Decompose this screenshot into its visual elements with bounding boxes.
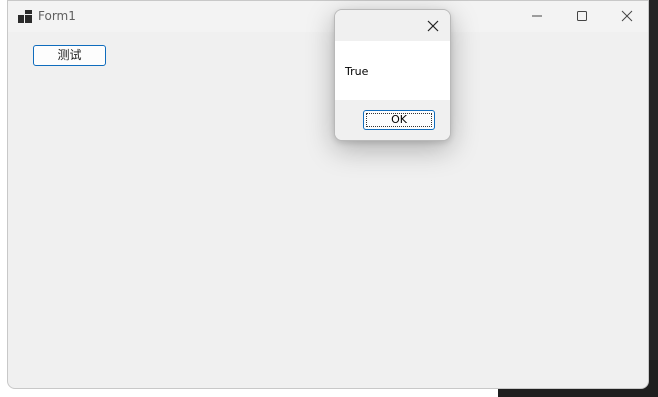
minimize-icon [532, 15, 542, 17]
window-title: Form1 [38, 9, 76, 23]
message-box: True OK [334, 9, 451, 141]
dialog-close-button[interactable] [423, 16, 443, 36]
ok-button[interactable]: OK [363, 110, 435, 130]
close-icon [427, 20, 439, 32]
ok-button-label: OK [391, 113, 407, 126]
title-bar[interactable]: Form1 [8, 1, 648, 32]
dialog-footer: OK [335, 100, 450, 140]
minimize-button[interactable] [514, 1, 560, 32]
test-button[interactable]: 测试 [33, 45, 106, 66]
form-window: Form1 测试 [7, 0, 649, 389]
dialog-title-bar[interactable] [335, 10, 450, 41]
dialog-body: True [335, 41, 450, 100]
maximize-icon [577, 11, 587, 21]
close-button[interactable] [604, 1, 648, 32]
dialog-message: True [345, 65, 369, 78]
form-app-icon [18, 10, 32, 23]
close-icon [621, 10, 633, 22]
background-editor-edge [648, 0, 658, 397]
desktop: Form1 测试 True OK [0, 0, 658, 397]
maximize-button[interactable] [559, 1, 605, 32]
